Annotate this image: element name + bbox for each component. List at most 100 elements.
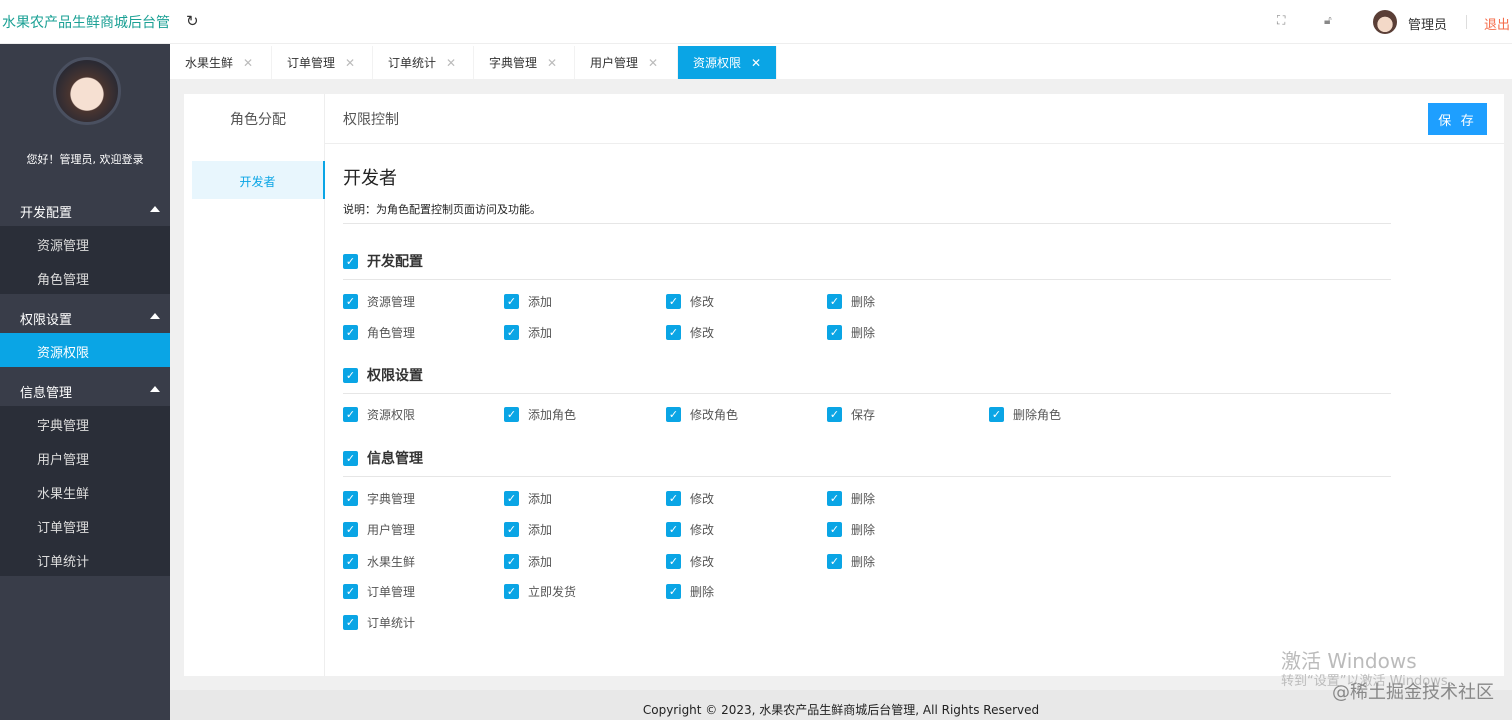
menu-item[interactable]: 角色管理 bbox=[0, 260, 170, 294]
close-icon[interactable]: ✕ bbox=[446, 56, 456, 70]
permission-checkbox[interactable]: ✓ 删除 bbox=[827, 521, 875, 538]
permission-checkbox[interactable]: ✓ 添加 bbox=[504, 324, 552, 341]
permission-label: 添加 bbox=[528, 326, 553, 340]
permission-checkbox[interactable]: ✓ 删除角色 bbox=[989, 406, 1061, 423]
tab-item[interactable]: 资源权限 ✕ bbox=[678, 46, 777, 79]
refresh-icon[interactable]: ↻ bbox=[186, 12, 199, 30]
divider bbox=[343, 279, 1391, 280]
permission-checkbox[interactable]: ✓ 资源权限 bbox=[343, 406, 415, 423]
tab-label: 用户管理 bbox=[590, 56, 639, 70]
close-icon[interactable]: ✕ bbox=[547, 56, 557, 70]
lock-icon[interactable]: 🔓︎ bbox=[1324, 13, 1332, 28]
app-title[interactable]: 水果农产品生鲜商城后台管 bbox=[2, 12, 170, 32]
checkbox-checked-icon: ✓ bbox=[504, 407, 519, 422]
menu-group-header[interactable]: 权限设置 bbox=[0, 299, 170, 333]
permission-checkbox[interactable]: ✓ 订单管理 bbox=[343, 583, 415, 600]
logout-link[interactable]: 退出 bbox=[1484, 14, 1510, 33]
permission-group-checkbox[interactable]: ✓ 开发配置 bbox=[343, 251, 423, 271]
divider bbox=[1466, 15, 1467, 29]
site-watermark: @稀土掘金技术社区 bbox=[1332, 682, 1494, 703]
permission-group-label: 开发配置 bbox=[367, 254, 423, 270]
checkbox-checked-icon: ✓ bbox=[666, 294, 681, 309]
permission-checkbox[interactable]: ✓ 修改 bbox=[666, 293, 714, 310]
permission-checkbox[interactable]: ✓ 订单统计 bbox=[343, 614, 415, 631]
welcome-text: 您好！管理员, 欢迎登录 bbox=[26, 153, 144, 166]
checkbox-checked-icon: ✓ bbox=[343, 584, 358, 599]
sidebar: 您好！管理员, 欢迎登录 开发配置 资源管理 角色管理权限设置 资源权限信息管理 字典管… bbox=[0, 44, 170, 720]
menu-item[interactable]: 资源权限 bbox=[0, 333, 170, 367]
permission-panel: 角色分配 开发者 权限控制 保 存 开发者 说明：为角色配置控制页面访问及功能。… bbox=[184, 94, 1504, 676]
checkbox-checked-icon: ✓ bbox=[343, 253, 358, 269]
permission-checkbox[interactable]: ✓ 保存 bbox=[827, 406, 875, 423]
permission-checkbox[interactable]: ✓ 用户管理 bbox=[343, 521, 415, 538]
permission-label: 资源权限 bbox=[367, 408, 416, 422]
permission-label: 删除 bbox=[690, 585, 715, 599]
permission-label: 添加角色 bbox=[528, 408, 577, 422]
close-icon[interactable]: ✕ bbox=[243, 56, 253, 70]
user-avatar[interactable] bbox=[1373, 10, 1397, 34]
permission-label: 删除角色 bbox=[1013, 408, 1062, 422]
close-icon[interactable]: ✕ bbox=[345, 56, 355, 70]
close-icon[interactable]: ✕ bbox=[751, 56, 761, 70]
permission-checkbox[interactable]: ✓ 添加 bbox=[504, 293, 552, 310]
close-icon[interactable]: ✕ bbox=[648, 56, 658, 70]
permission-checkbox[interactable]: ✓ 添加 bbox=[504, 521, 552, 538]
menu-item[interactable]: 水果生鲜 bbox=[0, 474, 170, 508]
checkbox-checked-icon: ✓ bbox=[504, 584, 519, 599]
checkbox-checked-icon: ✓ bbox=[989, 407, 1004, 422]
top-header: 水果农产品生鲜商城后台管 ↻ ⛶ 🔓︎ 管理员 退出 bbox=[0, 0, 1512, 44]
tab-item[interactable]: 字典管理 ✕ bbox=[474, 46, 575, 79]
tab-item[interactable]: 订单统计 ✕ bbox=[373, 46, 474, 79]
save-button[interactable]: 保 存 bbox=[1428, 103, 1487, 135]
permission-checkbox[interactable]: ✓ 删除 bbox=[827, 553, 875, 570]
permission-checkbox[interactable]: ✓ 删除 bbox=[827, 293, 875, 310]
menu-item[interactable]: 订单管理 bbox=[0, 508, 170, 542]
permission-label: 删除 bbox=[851, 523, 876, 537]
tab-item[interactable]: 水果生鲜 ✕ bbox=[170, 46, 272, 79]
permission-label: 删除 bbox=[851, 555, 876, 569]
checkbox-checked-icon: ✓ bbox=[343, 522, 358, 537]
tab-label: 订单统计 bbox=[388, 56, 437, 70]
permission-checkbox[interactable]: ✓ 添加 bbox=[504, 553, 552, 570]
permission-checkbox[interactable]: ✓ 修改角色 bbox=[666, 406, 738, 423]
permission-checkbox[interactable]: ✓ 立即发货 bbox=[504, 583, 576, 600]
permission-checkbox[interactable]: ✓ 删除 bbox=[827, 324, 875, 341]
permission-checkbox[interactable]: ✓ 修改 bbox=[666, 324, 714, 341]
permission-checkbox[interactable]: ✓ 修改 bbox=[666, 553, 714, 570]
menu-item[interactable]: 订单统计 bbox=[0, 542, 170, 576]
permission-label: 修改 bbox=[690, 492, 715, 506]
menu-group-header[interactable]: 开发配置 bbox=[0, 192, 170, 226]
menu-item[interactable]: 资源管理 bbox=[0, 226, 170, 260]
permission-group-label: 信息管理 bbox=[367, 451, 423, 467]
permission-label: 立即发货 bbox=[528, 585, 577, 599]
permission-checkbox[interactable]: ✓ 添加 bbox=[504, 490, 552, 507]
user-name[interactable]: 管理员 bbox=[1408, 14, 1447, 33]
permission-checkbox[interactable]: ✓ 字典管理 bbox=[343, 490, 415, 507]
permission-checkbox[interactable]: ✓ 删除 bbox=[666, 583, 714, 600]
menu-item[interactable]: 字典管理 bbox=[0, 406, 170, 440]
permission-label: 字典管理 bbox=[367, 492, 416, 506]
permission-checkbox[interactable]: ✓ 添加角色 bbox=[504, 406, 576, 423]
checkbox-checked-icon: ✓ bbox=[504, 522, 519, 537]
fullscreen-icon[interactable]: ⛶ bbox=[1277, 13, 1285, 28]
permission-checkbox[interactable]: ✓ 删除 bbox=[827, 490, 875, 507]
menu-group-header[interactable]: 信息管理 bbox=[0, 372, 170, 406]
permission-checkbox[interactable]: ✓ 角色管理 bbox=[343, 324, 415, 341]
permission-label: 用户管理 bbox=[367, 523, 416, 537]
permission-checkbox[interactable]: ✓ 修改 bbox=[666, 521, 714, 538]
checkbox-checked-icon: ✓ bbox=[504, 491, 519, 506]
permission-label: 添加 bbox=[528, 523, 553, 537]
permission-checkbox[interactable]: ✓ 资源管理 bbox=[343, 293, 415, 310]
checkbox-checked-icon: ✓ bbox=[343, 407, 358, 422]
divider bbox=[343, 393, 1391, 394]
permission-label: 角色管理 bbox=[367, 326, 416, 340]
tab-item[interactable]: 用户管理 ✕ bbox=[575, 46, 678, 79]
permission-group-checkbox[interactable]: ✓ 信息管理 bbox=[343, 448, 423, 468]
permission-checkbox[interactable]: ✓ 水果生鲜 bbox=[343, 553, 415, 570]
profile-avatar bbox=[53, 57, 121, 125]
permission-checkbox[interactable]: ✓ 修改 bbox=[666, 490, 714, 507]
permission-group-checkbox[interactable]: ✓ 权限设置 bbox=[343, 365, 423, 385]
role-item-developer[interactable]: 开发者 bbox=[192, 161, 325, 199]
menu-item[interactable]: 用户管理 bbox=[0, 440, 170, 474]
tab-item[interactable]: 订单管理 ✕ bbox=[272, 46, 373, 79]
